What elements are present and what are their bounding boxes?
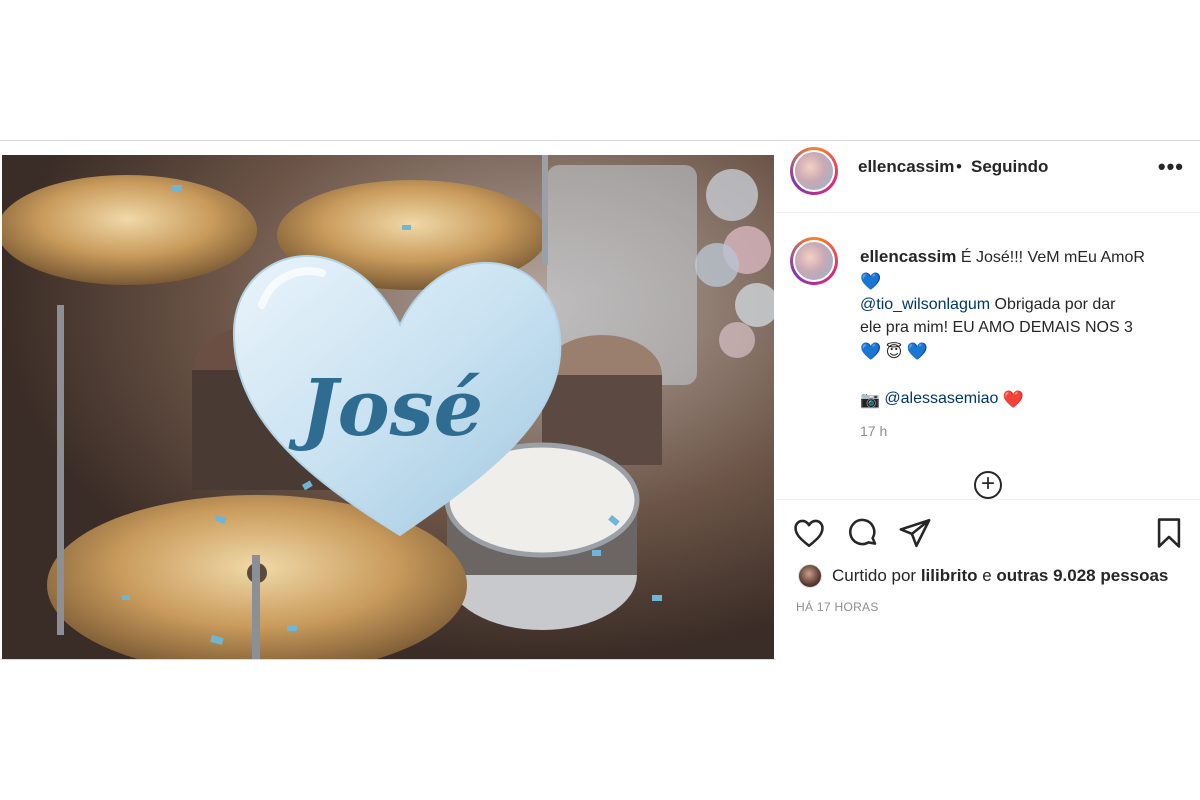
author-avatar[interactable] — [790, 147, 838, 195]
post-timestamp[interactable]: HÁ 17 HORAS — [796, 600, 879, 614]
caption-author-avatar[interactable] — [790, 237, 838, 285]
post-actions: Curtido por lilibrito e outras 9.028 pes… — [776, 499, 1200, 661]
share-icon[interactable] — [898, 516, 934, 552]
caption-credit-line: 📷 @alessasemiao ❤️ — [860, 387, 1190, 412]
caption-line-2: 💙 — [860, 269, 1190, 293]
likes-middle: e — [977, 566, 997, 585]
following-status-button[interactable]: Seguindo — [971, 157, 1048, 177]
blue-heart-emoji: 💙 — [860, 342, 882, 361]
instagram-post: José ellencassim • Seguindo ••• ellencas… — [0, 140, 1200, 661]
blue-heart-emoji: 💙 — [906, 342, 928, 361]
mention-link-tio-wilsonlagum[interactable]: @tio_wilsonlagum — [860, 296, 990, 313]
liked-by-avatar[interactable] — [798, 564, 822, 588]
caption-line-3: @tio_wilsonlagum Obrigada por dar — [860, 293, 1190, 316]
caption-text-1: É José!!! VeM mEu AmoR — [960, 249, 1145, 266]
caption-username[interactable]: ellencassim — [860, 247, 956, 266]
post-photo[interactable]: José — [2, 155, 774, 659]
post-sidebar: ellencassim • Seguindo ••• ellencassim É… — [776, 141, 1200, 661]
caption-line-4: ele pra mim! EU AMO DEMAIS NOS 3 — [860, 319, 1133, 336]
blue-heart-emoji: 💙 — [860, 272, 882, 291]
balloon-name-text: José — [288, 363, 483, 454]
caption-line-1: ellencassim É José!!! VeM mEu AmoR — [860, 245, 1190, 269]
likes-count-link[interactable]: outras 9.028 pessoas — [996, 566, 1168, 585]
post-header: ellencassim • Seguindo ••• — [776, 141, 1200, 213]
more-options-icon[interactable]: ••• — [1158, 156, 1184, 178]
post-caption: ellencassim É José!!! VeM mEu AmoR 💙 @ti… — [860, 245, 1190, 412]
caption-time-ago: 17 h — [860, 423, 888, 439]
camera-icon: 📷 — [860, 392, 880, 409]
caption-text-2: Obrigada por dar — [990, 296, 1116, 313]
add-icon[interactable]: + — [974, 471, 1002, 499]
heart-outline-icon[interactable] — [792, 516, 828, 552]
likes-summary: Curtido por lilibrito e outras 9.028 pes… — [832, 566, 1168, 586]
header-separator: • — [956, 157, 962, 176]
smiling-angel-emoji: 😇 — [885, 344, 903, 361]
mention-link-alessasemiao[interactable]: @alessasemiao — [884, 390, 998, 407]
drum-kit-balloon-image: José — [2, 155, 774, 659]
bookmark-icon[interactable] — [1152, 516, 1188, 552]
liked-by-username[interactable]: lilibrito — [921, 566, 978, 585]
likes-prefix: Curtido por — [832, 566, 921, 585]
red-heart-emoji: ❤️ — [1002, 390, 1025, 409]
author-username[interactable]: ellencassim — [858, 157, 954, 177]
caption-emoji-row: 💙 😇 💙 — [860, 339, 1190, 364]
comment-icon[interactable] — [846, 516, 882, 552]
